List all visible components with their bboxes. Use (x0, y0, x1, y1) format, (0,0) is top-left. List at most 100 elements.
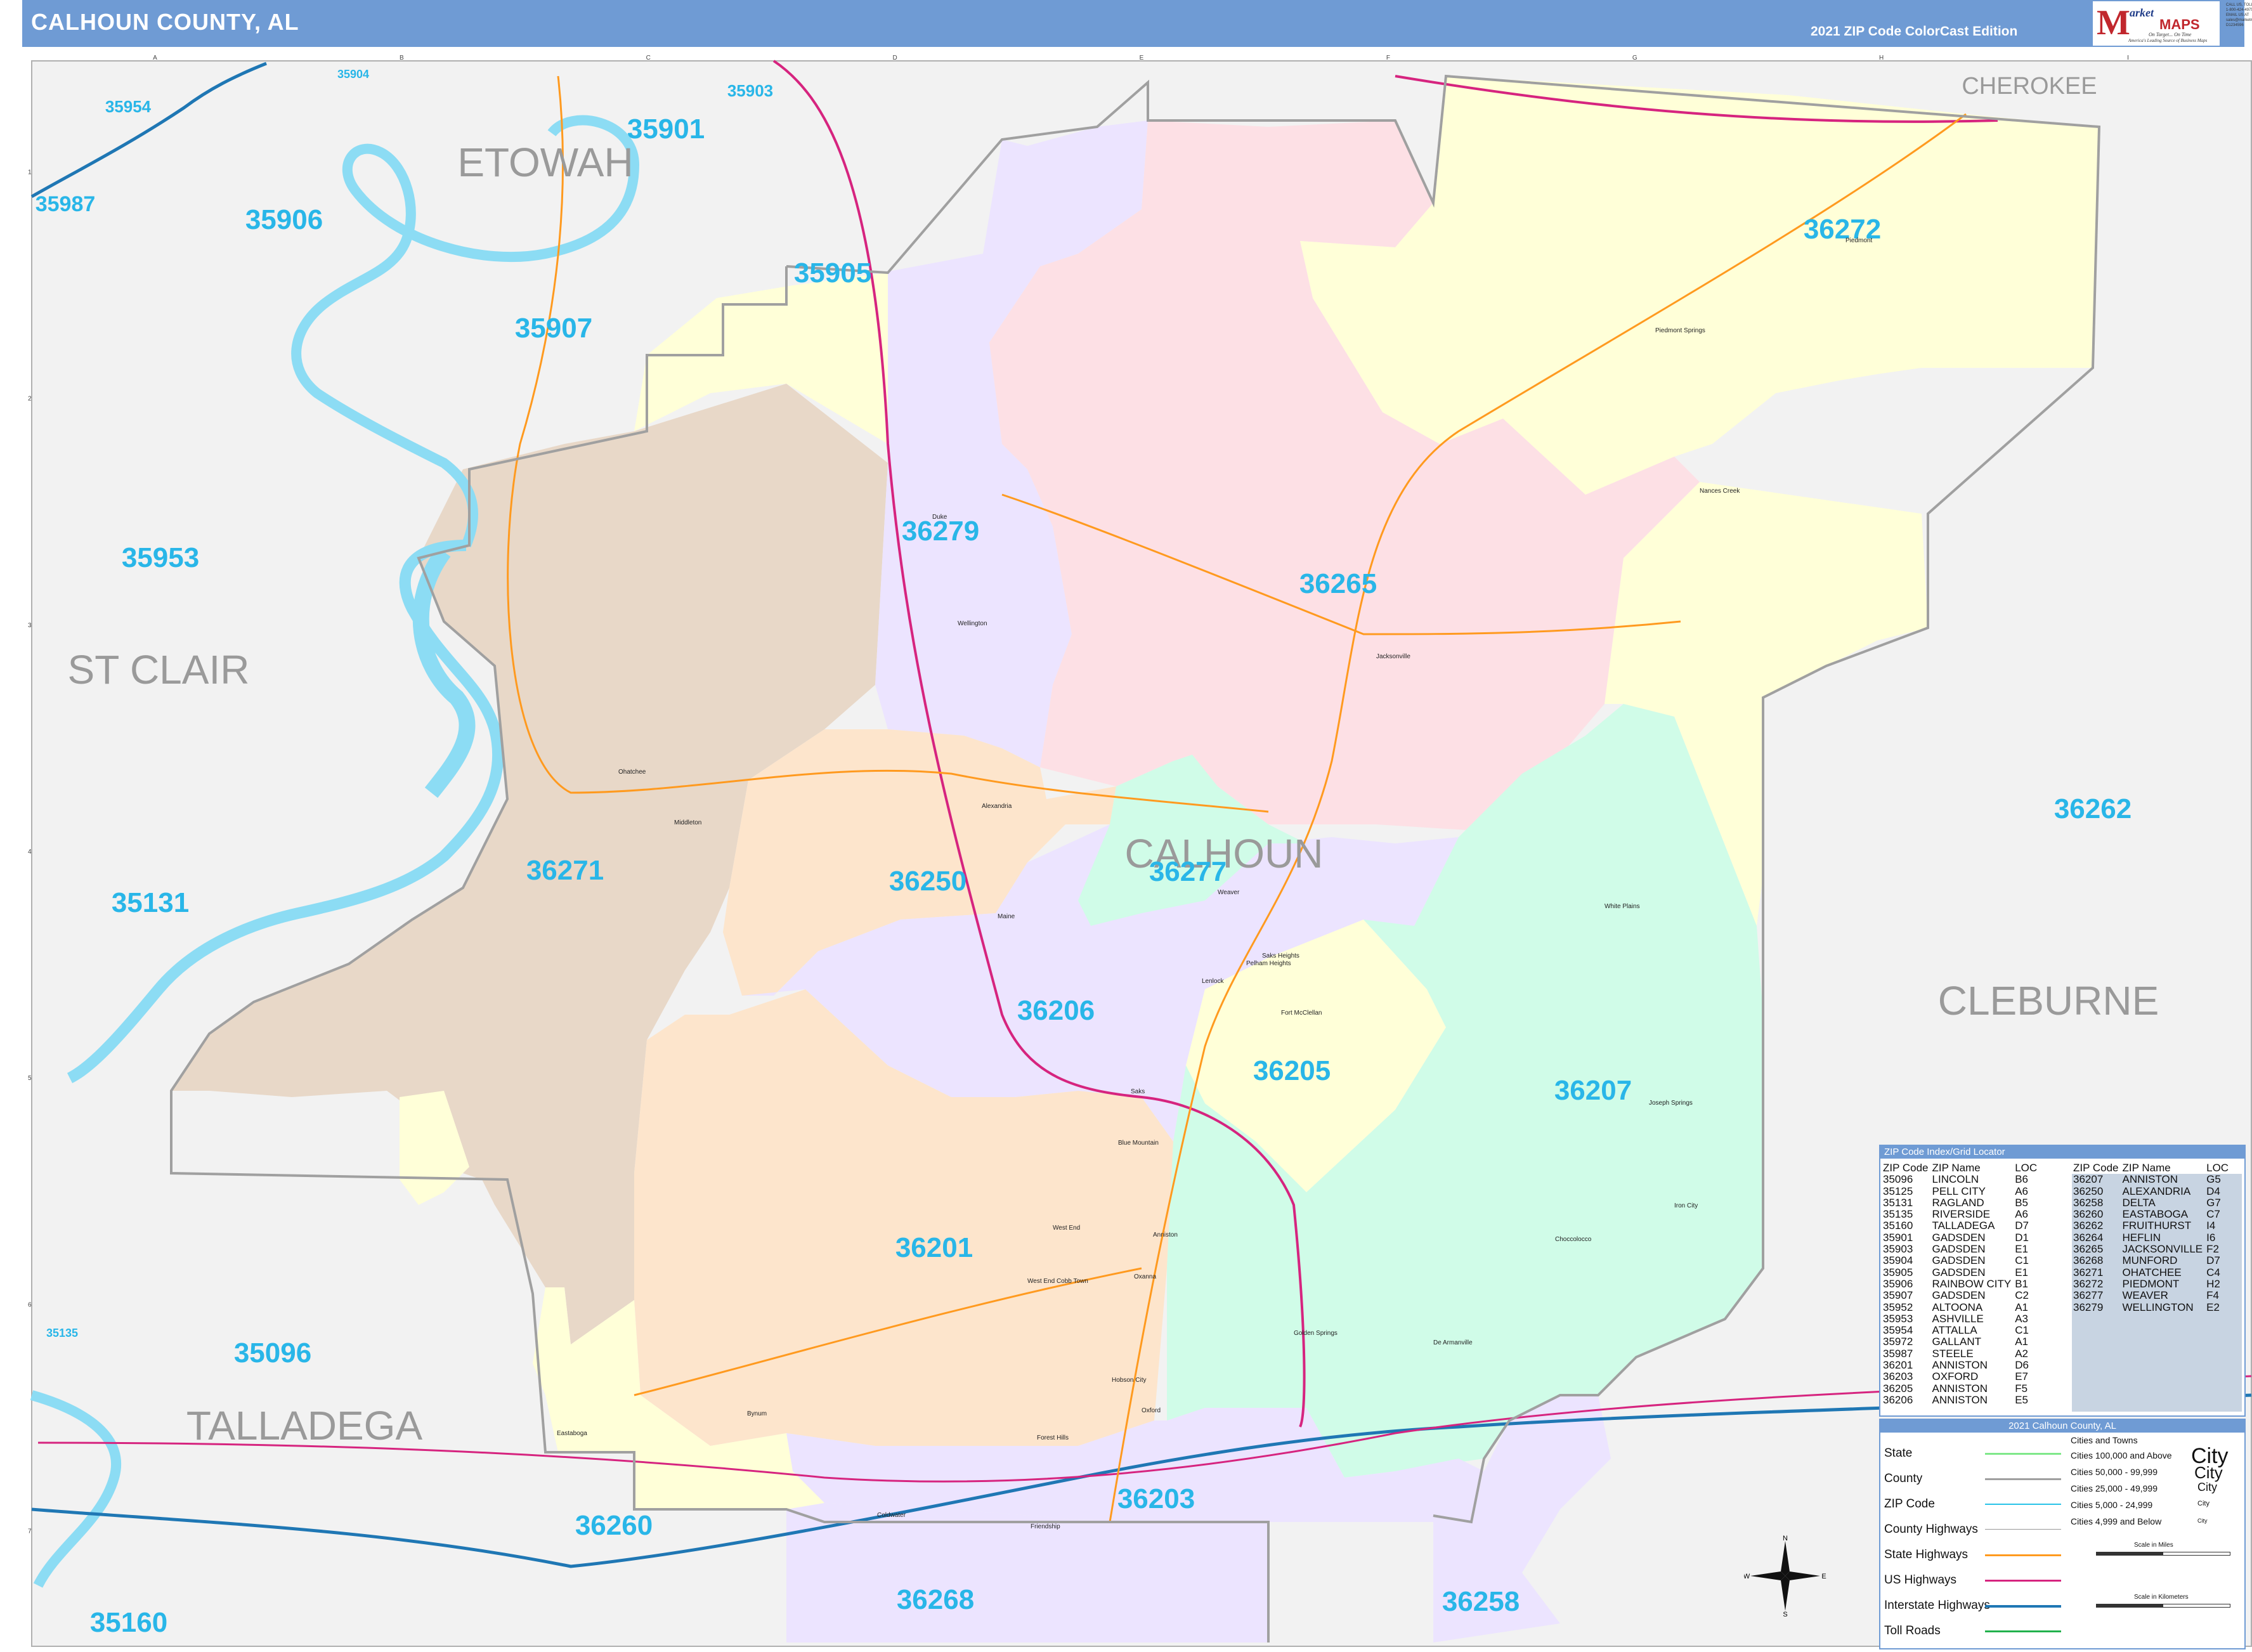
col-header: LOC (2206, 1162, 2229, 1174)
zip-code-cell: 36271 (2073, 1266, 2104, 1278)
zone-36268[interactable] (786, 1503, 1268, 1642)
zip-index-row: 36205 ANNISTON F5 (1882, 1382, 2040, 1395)
county-label: TALLADEGA (186, 1403, 423, 1448)
zip-loc-cell: B1 (2015, 1277, 2028, 1290)
place-label: Anniston (1153, 1232, 1178, 1239)
place-label: Joseph Springs (1649, 1100, 1693, 1107)
zip-code-cell: 35131 (1883, 1196, 1913, 1209)
zip-name-cell: ALTOONA (1932, 1301, 1983, 1313)
zip-label: 36277 (1149, 856, 1227, 887)
zip-label: 35907 (515, 313, 592, 344)
zip-loc-cell: D7 (2206, 1254, 2220, 1267)
grid-row-label: 6 (28, 1301, 32, 1308)
place-label: Pelham Heights (1246, 960, 1291, 967)
compass-label-e: E (1821, 1573, 1826, 1580)
place-label: Alexandria (982, 803, 1012, 810)
zip-index-row: 35901 GADSDEN D1 (1882, 1232, 2040, 1244)
zip-name-cell: PIEDMONT (2122, 1277, 2180, 1290)
brand-name-part2: MAPS (2159, 16, 2200, 32)
place-label: Maine (998, 913, 1015, 920)
zip-label: 35954 (105, 97, 152, 116)
place-label: Oxford (1142, 1407, 1161, 1414)
legend-city-sample: City (2197, 1500, 2210, 1507)
edition-label: 2021 ZIP Code ColorCast Edition (1811, 24, 2018, 39)
legend-state: State (1884, 1447, 1913, 1460)
grid-column-label: I (2127, 55, 2129, 62)
zip-index-row: 36268 MUNFORD D7 (2072, 1254, 2231, 1267)
zip-index-row: 36264 HEFLIN I6 (2072, 1232, 2231, 1244)
zip-loc-cell: D1 (2015, 1231, 2029, 1244)
legend-city-sample: City (2197, 1481, 2217, 1493)
brand-logo-letter: M (2097, 3, 2130, 42)
place-label: Saks Heights (1262, 953, 1299, 959)
legend-county: County (1884, 1472, 1923, 1485)
zip-code-cell: 36277 (2073, 1289, 2104, 1302)
zip-index-row: 35160 TALLADEGA D7 (1882, 1220, 2040, 1232)
legend-swatch-state (1985, 1453, 2061, 1455)
legend-interstate: Interstate Highways (1884, 1599, 1990, 1612)
zip-loc-cell: I4 (2206, 1219, 2216, 1232)
zip-name-cell: FRUITHURST (2122, 1219, 2192, 1232)
zip-loc-cell: F4 (2206, 1289, 2219, 1302)
zip-name-cell: WEAVER (2122, 1289, 2168, 1302)
place-label: West End (1053, 1225, 1080, 1232)
zip-code-cell: 36272 (2073, 1277, 2104, 1290)
brand-subtagline: America's Leading Source of Business Map… (2128, 38, 2208, 43)
col-header: ZIP Name (1932, 1162, 1981, 1174)
zip-code-cell: 36258 (2073, 1196, 2104, 1209)
zip-index-header-row: ZIP Code ZIP Name LOC (2072, 1162, 2231, 1174)
zip-code-cell: 35125 (1883, 1185, 1913, 1197)
zip-index-row: 36277 WEAVER F4 (2072, 1289, 2231, 1302)
zip-name-cell: OXFORD (1932, 1370, 1979, 1383)
zip-name-cell: OHATCHEE (2122, 1266, 2182, 1278)
place-label: Saks (1131, 1088, 1145, 1095)
grid-row-label: 3 (28, 622, 32, 629)
legend-city-size: Cities 25,000 - 49,999 (2071, 1483, 2158, 1493)
zip-label: 36271 (526, 855, 604, 886)
place-label: Nances Creek (1700, 488, 1740, 495)
place-label: Choccolocco (1555, 1236, 1592, 1243)
zip-index-title: ZIP Code Index/Grid Locator (1880, 1146, 2244, 1159)
place-label: Lenlock (1202, 978, 1224, 985)
brand-logo: M arket MAPS On Target... On Time Americ… (2093, 1, 2220, 46)
col-header: LOC (2015, 1162, 2038, 1174)
legend-swatch-interstate (1985, 1605, 2061, 1608)
col-header: ZIP Code (2073, 1162, 2119, 1174)
zip-name-cell: ANNISTON (1932, 1359, 1988, 1372)
zip-name-cell: RAINBOW CITY (1932, 1277, 2012, 1290)
col-header: ZIP Code (1883, 1162, 1929, 1174)
grid-column-label: E (1140, 55, 1144, 62)
zip-label: 35096 (234, 1337, 311, 1369)
zip-name-cell: EASTABOGA (2122, 1208, 2189, 1221)
zip-index-row: 35096 LINCOLN B6 (1882, 1173, 2040, 1186)
zip-name-cell: LINCOLN (1932, 1173, 1979, 1186)
zip-index-row: 36258 DELTA G7 (2072, 1197, 2231, 1209)
scale-miles-bar (2096, 1552, 2230, 1556)
zip-code-cell: 35972 (1883, 1336, 1913, 1348)
zip-index-row: 35972 GALLANT A1 (1882, 1336, 2040, 1348)
zip-index-row: 36206 ANNISTON E5 (1882, 1393, 2040, 1406)
zip-name-cell: GADSDEN (1932, 1289, 1986, 1302)
zip-label: 36207 (1554, 1075, 1632, 1106)
zip-loc-cell: C1 (2015, 1324, 2029, 1337)
zip-code-cell: 35096 (1883, 1173, 1913, 1186)
brand-name-part1: arket (2130, 6, 2154, 19)
legend-city-size: Cities 4,999 and Below (2071, 1516, 2162, 1526)
zip-label: 36205 (1253, 1055, 1331, 1086)
scale-km-bar (2096, 1604, 2230, 1608)
place-label: Eastaboga (557, 1430, 587, 1437)
legend-us-hwy: US Highways (1884, 1573, 1957, 1587)
zip-code-cell: 35903 (1883, 1243, 1913, 1256)
compass-label-s: S (1783, 1611, 1787, 1617)
zip-index-row: 35905 GADSDEN E1 (1882, 1266, 2040, 1278)
grid-column-label: C (646, 55, 651, 62)
zip-code-cell: 35135 (1883, 1208, 1913, 1221)
zip-label: 35901 (627, 114, 705, 145)
zip-label: 36260 (575, 1510, 653, 1541)
zip-loc-cell: G5 (2206, 1173, 2221, 1186)
zip-index-row: 35953 ASHVILLE A3 (1882, 1313, 2040, 1325)
zip-index-row: 35904 GADSDEN C1 (1882, 1255, 2040, 1267)
zip-loc-cell: D6 (2015, 1359, 2029, 1372)
legend-city-size: Cities 50,000 - 99,999 (2071, 1467, 2158, 1477)
zip-name-cell: ANNISTON (1932, 1393, 1988, 1406)
